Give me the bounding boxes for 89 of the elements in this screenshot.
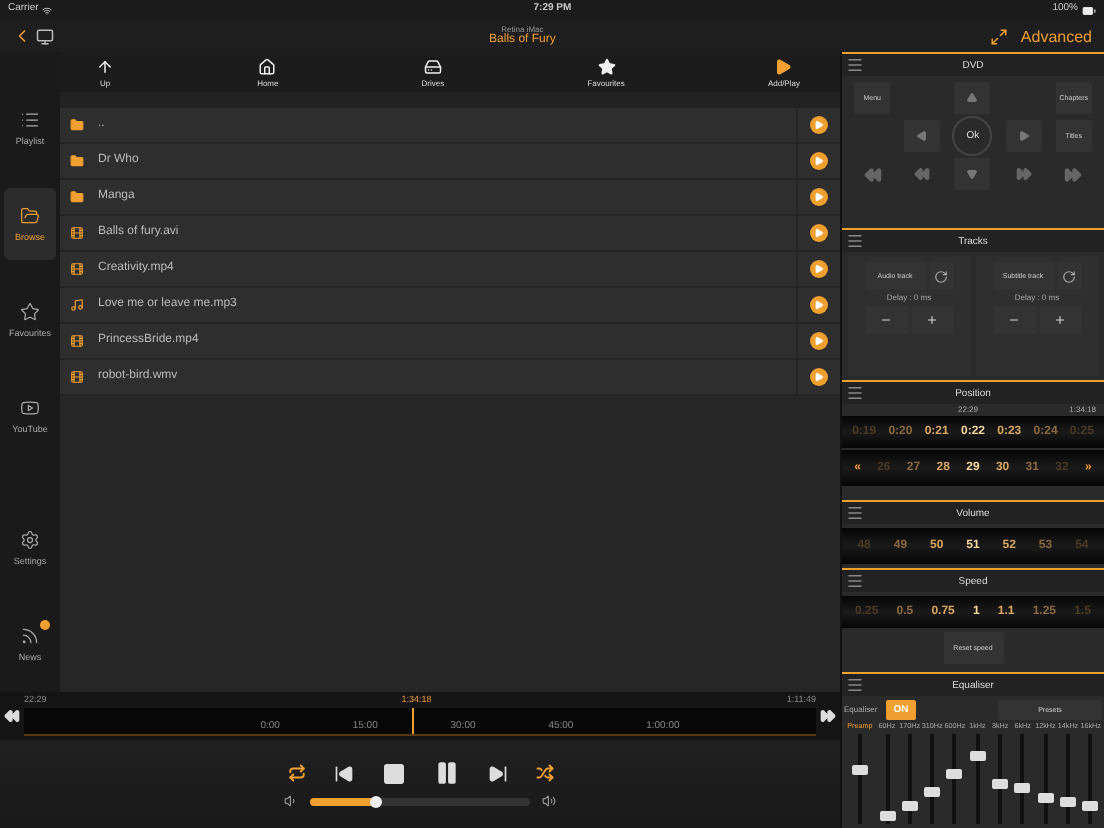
menu-icon[interactable] xyxy=(846,676,864,694)
folder-icon xyxy=(70,154,84,168)
up-arrow-icon xyxy=(96,57,114,75)
play-icon xyxy=(814,120,824,130)
star-icon xyxy=(597,57,616,75)
settings-icon xyxy=(20,530,40,550)
down-button[interactable] xyxy=(954,158,991,190)
play-icon xyxy=(814,228,824,238)
play-button[interactable] xyxy=(810,188,828,206)
play-button[interactable] xyxy=(810,260,828,278)
up-triangle-icon xyxy=(966,92,979,104)
folder-icon xyxy=(20,206,40,226)
repeat-button[interactable] xyxy=(287,764,305,782)
play-icon xyxy=(814,192,824,202)
play-icon xyxy=(814,372,824,382)
slider-thumb[interactable] xyxy=(969,751,986,762)
left-button[interactable] xyxy=(904,120,941,152)
left-triangle-icon xyxy=(916,130,929,142)
right-triangle-icon xyxy=(1017,130,1030,142)
play-icon xyxy=(814,336,824,346)
slider-thumb[interactable] xyxy=(1014,782,1031,793)
plus-icon xyxy=(926,314,938,327)
volume-high-icon xyxy=(542,794,556,808)
rss-icon xyxy=(20,626,40,646)
rewind-icon[interactable] xyxy=(4,708,20,724)
minus-icon xyxy=(880,314,892,327)
play-button[interactable] xyxy=(810,296,828,314)
menu-icon[interactable] xyxy=(846,572,864,590)
star-icon xyxy=(20,302,40,322)
slider-thumb[interactable] xyxy=(1060,796,1076,807)
drive-icon xyxy=(423,57,442,75)
fast-forward-icon[interactable] xyxy=(820,708,836,724)
film-icon xyxy=(70,226,84,240)
menu-icon[interactable] xyxy=(846,56,864,74)
shuffle-button[interactable] xyxy=(535,764,553,782)
play-icon xyxy=(774,57,793,75)
play-icon xyxy=(814,300,824,310)
slider-thumb[interactable] xyxy=(901,801,918,811)
next-button[interactable] xyxy=(487,763,507,783)
plus-icon xyxy=(1054,314,1066,327)
skip-forward-icon[interactable] xyxy=(1064,165,1083,183)
play-icon xyxy=(814,156,824,166)
menu-icon[interactable] xyxy=(846,232,864,250)
right-button[interactable] xyxy=(1005,120,1042,152)
play-icon xyxy=(814,264,824,274)
slider-thumb[interactable] xyxy=(1082,801,1099,811)
refresh-button[interactable] xyxy=(1057,262,1081,290)
stop-button[interactable] xyxy=(381,761,405,785)
slider-thumb[interactable] xyxy=(946,769,963,780)
refresh-icon xyxy=(934,269,948,283)
up-button[interactable] xyxy=(954,82,991,114)
slider-thumb[interactable] xyxy=(879,810,895,820)
minus-icon xyxy=(1008,314,1020,327)
pause-button[interactable] xyxy=(433,760,459,786)
play-button[interactable] xyxy=(810,116,828,134)
plus-button[interactable] xyxy=(911,306,953,335)
play-button[interactable] xyxy=(810,152,828,170)
skip-back-icon[interactable] xyxy=(863,165,882,183)
expand-icon xyxy=(990,27,1009,45)
monitor-icon[interactable] xyxy=(36,27,54,45)
list-icon xyxy=(20,110,40,130)
home-icon xyxy=(258,57,277,75)
music-note-icon xyxy=(70,298,84,312)
slider-thumb[interactable] xyxy=(992,778,1009,789)
tv-icon xyxy=(20,398,40,418)
folder-icon xyxy=(70,190,84,204)
slider-thumb[interactable] xyxy=(1037,792,1054,802)
battery-icon xyxy=(1081,3,1096,17)
play-button[interactable] xyxy=(810,368,828,386)
film-icon xyxy=(70,370,84,384)
menu-icon[interactable] xyxy=(846,384,864,402)
plus-button[interactable] xyxy=(1039,306,1081,335)
slider-thumb[interactable] xyxy=(370,795,382,807)
slider-thumb[interactable] xyxy=(924,787,941,798)
film-icon xyxy=(70,262,84,276)
down-triangle-icon xyxy=(966,168,979,180)
volume-slider[interactable] xyxy=(310,797,530,805)
refresh-button[interactable] xyxy=(929,262,953,290)
film-icon xyxy=(70,334,84,348)
advanced-button[interactable]: Advanced xyxy=(990,27,1092,45)
play-button[interactable] xyxy=(810,224,828,242)
wifi-icon xyxy=(42,5,53,15)
folder-icon xyxy=(70,118,84,132)
volume-low-icon xyxy=(284,794,298,808)
previous-button[interactable] xyxy=(333,763,353,783)
menu-icon[interactable] xyxy=(846,504,864,522)
refresh-icon xyxy=(1062,269,1076,283)
slider-thumb[interactable] xyxy=(851,764,868,775)
play-button[interactable] xyxy=(810,332,828,350)
